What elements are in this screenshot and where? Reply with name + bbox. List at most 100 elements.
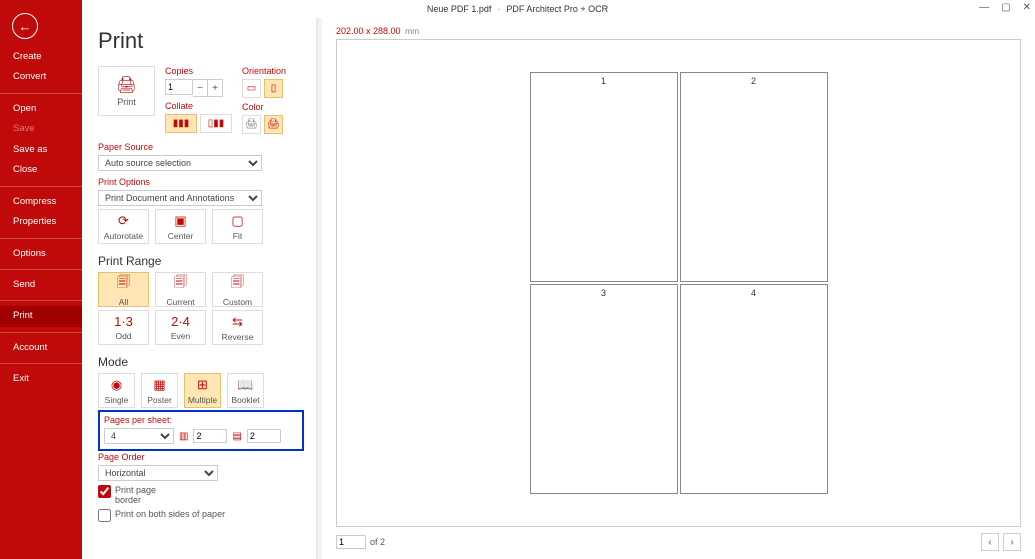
landscape-icon: ▭ bbox=[247, 83, 256, 94]
copies-input[interactable] bbox=[165, 79, 193, 95]
sidebar-item-account[interactable]: Account bbox=[0, 338, 82, 358]
sidebar-item-save-as[interactable]: Save as bbox=[0, 140, 82, 160]
sidebar-divider bbox=[0, 238, 82, 239]
mode-booklet-button[interactable]: 📖 Booklet bbox=[227, 373, 264, 408]
sidebar-item-save: Save bbox=[0, 119, 82, 139]
range-reverse-label: Reverse bbox=[222, 332, 254, 342]
pages-per-sheet-select[interactable]: 4 bbox=[104, 428, 174, 444]
collate-off-icon: ▯▮▮ bbox=[208, 118, 225, 129]
sidebar-item-properties[interactable]: Properties bbox=[0, 212, 82, 232]
center-icon: ▣ bbox=[174, 213, 186, 229]
preview-cell: 1 bbox=[530, 72, 678, 282]
sidebar-item-print[interactable]: Print bbox=[0, 306, 82, 326]
sidebar-item-send[interactable]: Send bbox=[0, 275, 82, 295]
mode-single-icon: ◉ bbox=[111, 377, 122, 393]
print-both-sides-label: Print on both sides of paper bbox=[115, 509, 225, 519]
sidebar-divider bbox=[0, 300, 82, 301]
center-label: Center bbox=[168, 231, 194, 241]
range-custom-button[interactable]: 🗐 Custom bbox=[212, 272, 263, 307]
page-dimensions-value: 202.00 x 288.00 bbox=[336, 26, 401, 36]
mode-single-label: Single bbox=[105, 395, 129, 405]
close-button[interactable]: ✕ bbox=[1023, 2, 1031, 13]
preview-cell: 4 bbox=[680, 284, 828, 494]
fit-label: Fit bbox=[233, 231, 242, 241]
mode-multiple-button[interactable]: ⊞ Multiple bbox=[184, 373, 221, 408]
paper-source-select[interactable]: Auto source selection bbox=[98, 155, 262, 171]
minimize-button[interactable]: — bbox=[979, 2, 989, 13]
print-options-select[interactable]: Print Document and Annotations bbox=[98, 190, 262, 206]
sidebar-item-open[interactable]: Open bbox=[0, 99, 82, 119]
fit-button[interactable]: ▢ Fit bbox=[212, 209, 263, 244]
mode-booklet-label: Booklet bbox=[231, 395, 259, 405]
mode-booklet-icon: 📖 bbox=[237, 377, 253, 393]
sidebar-item-options[interactable]: Options bbox=[0, 244, 82, 264]
fit-icon: ▢ bbox=[231, 213, 243, 229]
range-all-icon: 🗐 bbox=[117, 273, 130, 295]
sidebar-divider bbox=[0, 93, 82, 94]
print-button[interactable]: 🖨 Print bbox=[98, 66, 155, 116]
sidebar-divider bbox=[0, 186, 82, 187]
collate-on-button[interactable]: ▮▮▮ bbox=[165, 114, 197, 133]
autorotate-label: Autorotate bbox=[104, 231, 143, 241]
color-color-button[interactable]: 🖨 bbox=[264, 115, 283, 134]
sidebar-divider bbox=[0, 332, 82, 333]
chevron-right-icon: › bbox=[1010, 537, 1013, 548]
pages-per-sheet-cols[interactable] bbox=[193, 429, 227, 443]
range-reverse-button[interactable]: ⇆ Reverse bbox=[212, 310, 263, 345]
color-bw-button[interactable]: 🖨 bbox=[242, 115, 261, 134]
sidebar-item-close[interactable]: Close bbox=[0, 160, 82, 180]
print-page-border-checkbox[interactable] bbox=[98, 485, 111, 498]
pages-per-sheet-section: Pages per sheet: 4 ▥ ▤ bbox=[98, 410, 304, 451]
back-button[interactable]: ← bbox=[12, 13, 38, 39]
page-dimensions: 202.00 x 288.00 mm bbox=[336, 26, 1021, 36]
orientation-landscape-button[interactable]: ▭ bbox=[242, 79, 261, 98]
range-custom-icon: 🗐 bbox=[231, 273, 244, 295]
preview-cell: 3 bbox=[530, 284, 678, 494]
next-page-button[interactable]: › bbox=[1003, 533, 1021, 551]
maximize-button[interactable]: ▢ bbox=[1001, 2, 1010, 13]
autorotate-button[interactable]: ⟳Autorotate bbox=[98, 209, 149, 244]
print-options-label: Print Options bbox=[98, 177, 304, 187]
sidebar-item-exit[interactable]: Exit bbox=[0, 369, 82, 389]
mode-multiple-icon: ⊞ bbox=[197, 377, 208, 393]
preview-cell-number: 3 bbox=[531, 288, 677, 298]
range-reverse-icon: ⇆ bbox=[232, 314, 243, 330]
range-odd-button[interactable]: 1·3Odd bbox=[98, 310, 149, 345]
copies-label: Copies bbox=[165, 66, 232, 76]
back-icon: ← bbox=[19, 19, 32, 34]
print-both-sides-checkbox[interactable] bbox=[98, 509, 111, 522]
scrollbar-thumb[interactable] bbox=[317, 153, 318, 173]
collate-label: Collate bbox=[165, 101, 232, 111]
collate-off-button[interactable]: ▯▮▮ bbox=[200, 114, 232, 133]
portrait-icon: ▯ bbox=[271, 83, 277, 94]
range-odd-label: Odd bbox=[115, 331, 131, 341]
page-number-input[interactable] bbox=[336, 535, 366, 549]
sidebar-item-compress[interactable]: Compress bbox=[0, 192, 82, 212]
center-button[interactable]: ▣ Center bbox=[155, 209, 206, 244]
range-even-label: Even bbox=[171, 331, 190, 341]
paper-source-label: Paper Source bbox=[98, 142, 304, 152]
mode-single-button[interactable]: ◉ Single bbox=[98, 373, 135, 408]
range-current-button[interactable]: 🗐Current bbox=[155, 272, 206, 307]
previous-page-button[interactable]: ‹ bbox=[981, 533, 999, 551]
range-all-button[interactable]: 🗐 All bbox=[98, 272, 149, 307]
range-all-label: All bbox=[119, 297, 128, 307]
page-order-select[interactable]: Horizontal bbox=[98, 465, 218, 481]
mode-poster-icon: ▦ bbox=[153, 377, 165, 393]
print-range-heading: Print Range bbox=[98, 254, 304, 268]
sidebar-divider bbox=[0, 363, 82, 364]
copies-decrement[interactable]: − bbox=[193, 79, 208, 97]
preview-cell-number: 1 bbox=[531, 76, 677, 86]
orientation-portrait-button[interactable]: ▯ bbox=[264, 79, 283, 98]
sidebar-item-convert[interactable]: Convert bbox=[0, 67, 82, 87]
mode-multiple-label: Multiple bbox=[188, 395, 217, 405]
window-controls: — ▢ ✕ bbox=[979, 2, 1031, 13]
copies-increment[interactable]: + bbox=[208, 79, 223, 97]
range-custom-label: Custom bbox=[223, 297, 252, 307]
sidebar-item-create[interactable]: Create bbox=[0, 47, 82, 67]
range-even-button[interactable]: 2·4Even bbox=[155, 310, 206, 345]
cols-icon: ▥ bbox=[179, 431, 188, 442]
pages-per-sheet-rows[interactable] bbox=[247, 429, 281, 443]
range-current-label: Current bbox=[166, 297, 194, 307]
mode-poster-button[interactable]: ▦Poster bbox=[141, 373, 178, 408]
